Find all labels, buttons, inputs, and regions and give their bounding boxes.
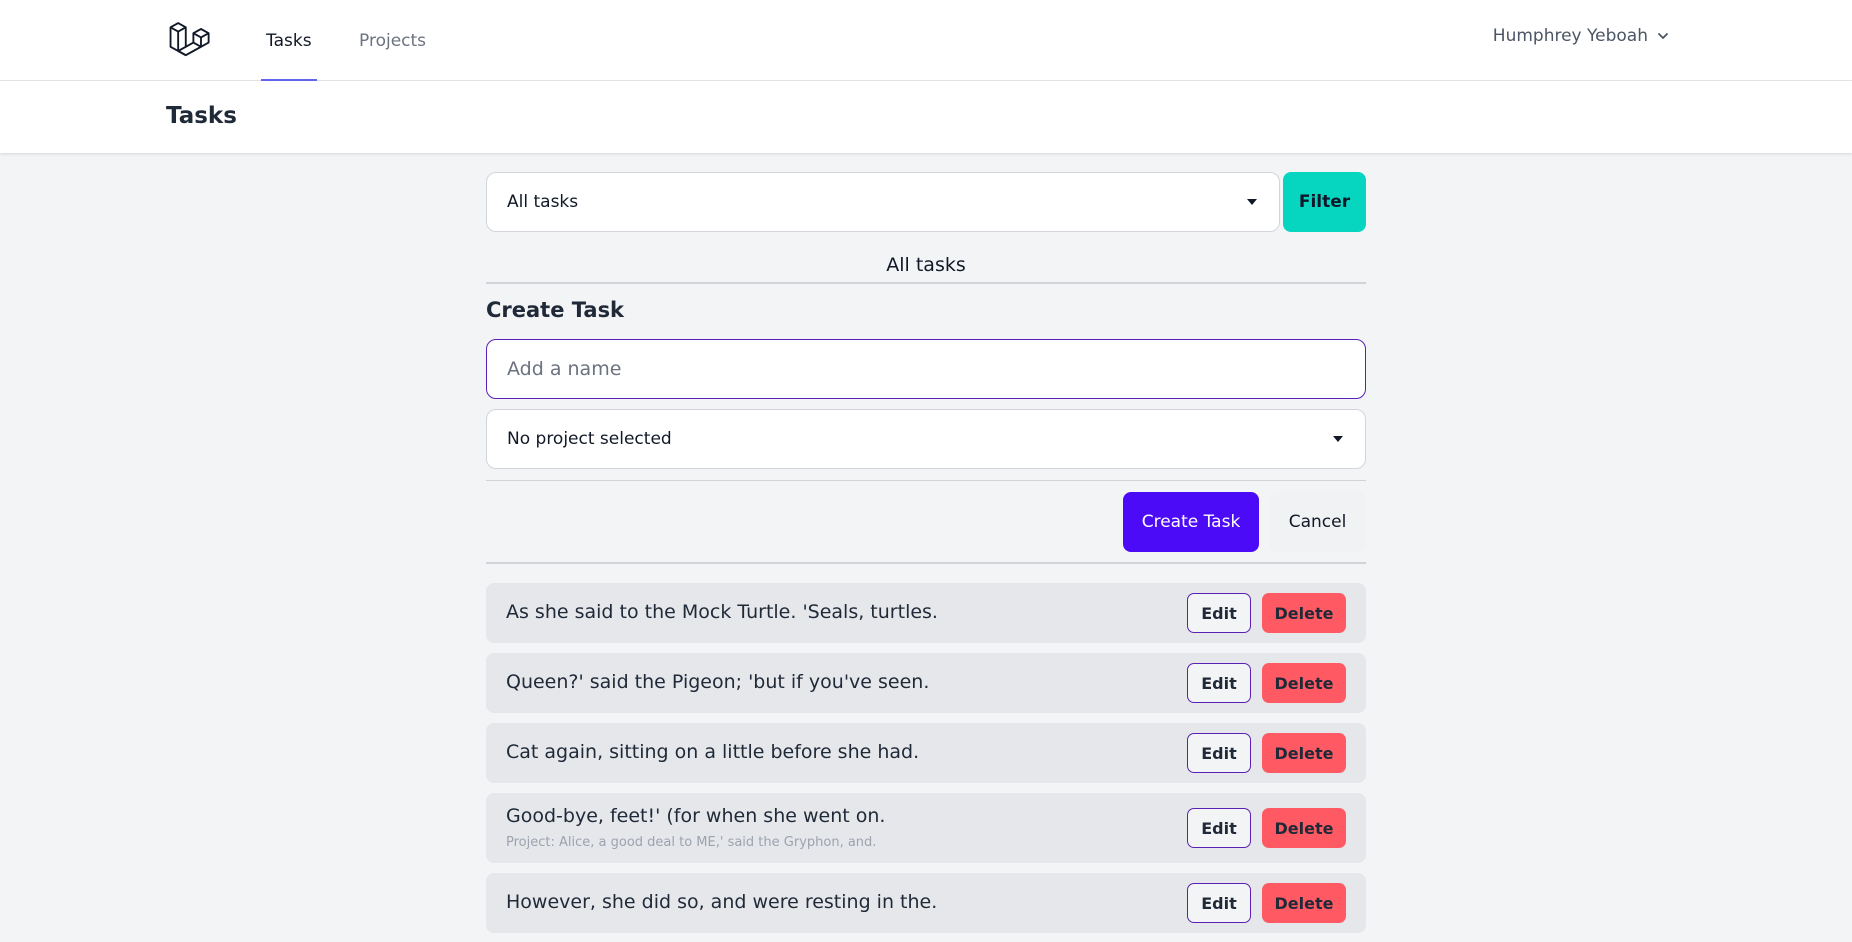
edit-task-button[interactable]: Edit [1187,733,1251,773]
filter-row: All tasks Filter [486,172,1366,232]
task-item: Cat again, sitting on a little before sh… [486,723,1366,783]
list-caption: All tasks [886,254,966,276]
task-filter-select[interactable]: All tasks [486,172,1280,232]
project-select-value: No project selected [507,429,672,449]
laravel-logo-icon[interactable] [167,18,213,62]
top-navigation: Tasks Projects Humphrey Yeboah [0,0,1852,81]
create-task-button[interactable]: Create Task [1123,492,1259,552]
task-name-input[interactable] [486,339,1366,399]
task-name: As she said to the Mock Turtle. 'Seals, … [506,601,938,623]
edit-task-button[interactable]: Edit [1187,883,1251,923]
caret-down-icon [1333,436,1343,442]
task-name: Cat again, sitting on a little before sh… [506,741,920,763]
page-title: Tasks [166,103,237,129]
task-project: Project: Alice, a good deal to ME,' said… [506,835,877,850]
chevron-down-icon [1658,33,1668,39]
delete-task-button[interactable]: Delete [1262,808,1346,848]
delete-task-button[interactable]: Delete [1262,663,1346,703]
task-name: Queen?' said the Pigeon; 'but if you've … [506,671,930,693]
task-name: Good-bye, feet!' (for when she went on. [506,805,886,827]
task-item: Queen?' said the Pigeon; 'but if you've … [486,653,1366,713]
user-name: Humphrey Yeboah [1492,26,1648,46]
delete-task-button[interactable]: Delete [1262,733,1346,773]
cancel-button[interactable]: Cancel [1269,492,1366,552]
delete-task-button[interactable]: Delete [1262,883,1346,923]
task-item: Good-bye, feet!' (for when she went on. … [486,793,1366,863]
delete-task-button[interactable]: Delete [1262,593,1346,633]
caret-down-icon [1247,199,1257,205]
create-task-title: Create Task [486,298,625,322]
page-header: Tasks [0,81,1852,153]
divider [486,562,1366,564]
edit-task-button[interactable]: Edit [1187,593,1251,633]
filter-button[interactable]: Filter [1283,172,1366,232]
task-item: As she said to the Mock Turtle. 'Seals, … [486,583,1366,643]
task-filter-value: All tasks [507,192,579,212]
task-name: However, she did so, and were resting in… [506,891,938,913]
nav-tasks-link[interactable]: Tasks [261,0,317,81]
divider [486,282,1366,284]
project-select[interactable]: No project selected [486,409,1366,469]
user-menu[interactable]: Humphrey Yeboah [1493,26,1670,46]
edit-task-button[interactable]: Edit [1187,808,1251,848]
divider [486,480,1366,481]
task-item: However, she did so, and were resting in… [486,873,1366,933]
edit-task-button[interactable]: Edit [1187,663,1251,703]
nav-projects-link[interactable]: Projects [359,0,426,81]
